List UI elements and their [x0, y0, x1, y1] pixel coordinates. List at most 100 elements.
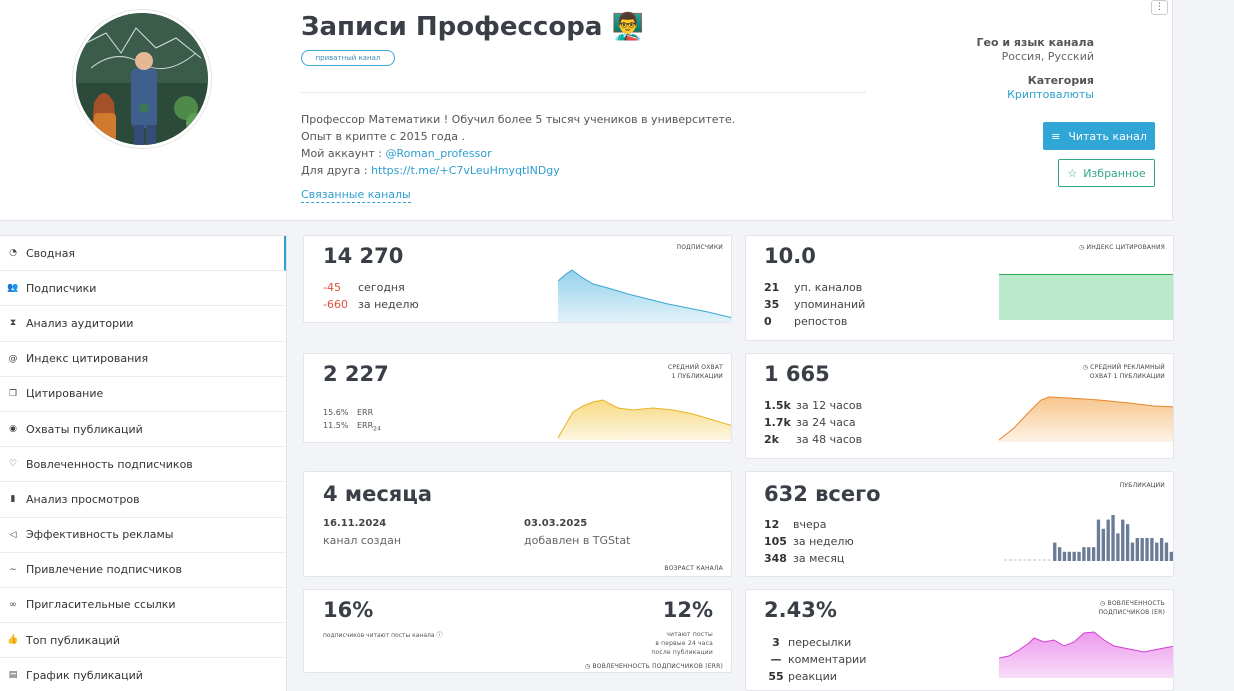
publication-bar — [1159, 538, 1164, 561]
err-label: ERR — [357, 408, 374, 417]
engagement-er-tag-line2: подписчиков (ER) — [1098, 609, 1165, 616]
ad-reach-card[interactable]: 1 665 ◷ средний рекламный охват 1 публика… — [745, 353, 1174, 459]
sidebar-item[interactable]: ▤ График публикаций — [0, 658, 286, 691]
subscribers-sparkline — [558, 269, 731, 322]
posts-yesterday-value: 12 — [764, 518, 780, 531]
engagement-right-value: 12% — [662, 598, 713, 622]
err24-value: 11.5% — [323, 421, 349, 430]
subscribers-today-label: сегодня — [358, 281, 405, 294]
sidebar-item[interactable]: ❐ Цитирование — [0, 377, 286, 412]
publication-bar — [1101, 528, 1105, 561]
sidebar-item-label: Пригласительные ссылки — [26, 598, 176, 612]
publication-bar — [1135, 538, 1139, 561]
publication-bar — [1053, 542, 1057, 561]
engagement-left-label: подписчиков читают посты канала ⓘ — [323, 630, 443, 639]
sidebar-item[interactable]: ∞ Пригласительные ссылки — [0, 588, 286, 624]
engagement-left-label-text: подписчиков читают посты канала — [323, 632, 435, 639]
read-channel-button[interactable]: ≡ Читать канал — [1043, 122, 1155, 150]
sidebar-item[interactable]: ◉ Охваты публикаций — [0, 412, 286, 448]
subscribers-card[interactable]: 14 270 подписчики -45 сегодня -660 за неде… — [303, 235, 732, 323]
sidebar-item[interactable]: 👥 Подписчики — [0, 271, 286, 307]
citation-tag-text: индекс цитирования — [1086, 244, 1165, 251]
ad-reach-sparkline — [999, 396, 1173, 442]
average-reach-card[interactable]: 2 227 средний охват 1 публикации 15.6% ERR… — [303, 353, 732, 443]
publication-bar — [1150, 538, 1154, 561]
publication-bar — [1121, 519, 1125, 561]
posts-month-value: 348 — [764, 552, 787, 565]
sidebar-item-label: Подписчики — [26, 281, 97, 295]
sidebar-item-label: Вовлеченность подписчиков — [26, 457, 193, 471]
engagement-er-card[interactable]: 2.43% ◷ вовлеченность подписчиков (ER) 3п… — [745, 589, 1174, 691]
sidebar-item-label: Сводная — [26, 246, 76, 260]
engagement-er-tag-line1: ◷ вовлеченность — [1099, 600, 1165, 607]
ad-reach-48h-value: 2k — [764, 433, 779, 446]
sidebar-item[interactable]: ◔ Сводная — [0, 236, 286, 272]
ad-reach-tag: ◷ средний рекламный охват 1 публикации — [1083, 363, 1165, 381]
favorite-button[interactable]: ☆ Избранное — [1058, 159, 1155, 187]
sidebar-item[interactable]: 👍 Топ публикаций — [0, 623, 286, 659]
posts-week-label: за неделю — [793, 535, 854, 548]
publication-bar — [1077, 551, 1081, 561]
channel-age-card[interactable]: 4 месяца 16.11.2024 канал создан 03.03.2… — [303, 471, 732, 577]
average-reach-sparkline — [558, 399, 731, 440]
quote-icon: ❐ — [8, 388, 18, 399]
publications-bar-chart — [1004, 515, 1173, 561]
posts-week-value: 105 — [764, 535, 787, 548]
added-date: 03.03.2025 — [524, 518, 588, 529]
err24-label: ERR — [357, 421, 374, 430]
subscribers-week-label: за неделю — [358, 298, 419, 311]
sidebar-item-label: Цитирование — [26, 387, 104, 401]
forwards-value: 3 — [772, 636, 780, 649]
publications-card[interactable]: 632 всего публикации 12 вчера 105 за недел… — [745, 471, 1174, 577]
sidebar-item-label: Эффективность рекламы — [26, 528, 174, 542]
publication-bar — [1082, 547, 1086, 561]
related-channels-link[interactable]: Связанные каналы — [301, 188, 411, 203]
sidebar-item[interactable]: ◁ Эффективность рекламы — [0, 518, 286, 553]
avatar-image — [76, 13, 208, 145]
category-link[interactable]: Криптовалюты — [1007, 88, 1094, 101]
friend-label: Для друга : — [301, 164, 372, 177]
err-value: 15.6% — [323, 408, 349, 417]
account-label: Мой аккаунт : — [301, 147, 386, 160]
friend-invite-link[interactable]: https://t.me/+C7vLeuHmyqtINDgy — [371, 164, 560, 177]
engagement-err-tag: ◷ вовлеченность подписчиков (ERR) — [584, 663, 723, 670]
average-reach-tag: средний охват 1 публикации — [668, 363, 723, 381]
publications-total-text: 632 всего — [764, 482, 881, 506]
thumbs-up-icon: 👍 — [7, 635, 19, 646]
publication-bar — [1116, 533, 1120, 561]
geo-language-label: Гео и язык канала — [976, 36, 1094, 49]
publication-bar — [1164, 542, 1169, 561]
description-line-2: Опыт в крипте с 2015 года . — [301, 130, 465, 143]
geo-language-value: Россия, Русский — [1001, 50, 1094, 63]
menu-lines-icon: ≡ — [1051, 129, 1061, 143]
subscribers-today-value: -45 — [323, 281, 341, 294]
sidebar-item[interactable]: ▮ Анализ просмотров — [0, 482, 286, 518]
publication-bar — [1169, 551, 1173, 561]
dashboard-icon: ◔ — [9, 248, 17, 259]
sidebar-item[interactable]: ∼ Привлечение подписчиков — [0, 553, 286, 588]
more-menu-icon[interactable]: ⋮ — [1151, 0, 1168, 15]
link-icon: ∞ — [9, 599, 17, 610]
sidebar-item[interactable]: ♡ Вовлеченность подписчиков — [0, 447, 286, 483]
channel-header: Записи Профессора 👨‍🏫 приватный канал Пр… — [0, 0, 1173, 221]
channel-title: Записи Профессора 👨‍🏫 — [301, 12, 644, 42]
engagement-err-card[interactable]: 16% подписчиков читают посты канала ⓘ 12… — [303, 589, 732, 673]
sidebar-item[interactable]: @ Индекс цитирования — [0, 342, 286, 377]
publications-tag: публикации — [1119, 482, 1165, 489]
citation-index-card[interactable]: 10.0 ◷ индекс цитирования 21 уп. каналов … — [745, 235, 1174, 341]
channel-description: Профессор Математики ! Обучил более 5 ты… — [301, 111, 735, 179]
ad-reach-tag-text1: средний рекламный — [1090, 364, 1165, 371]
engagement-er-tag-text1: вовлеченность — [1107, 600, 1165, 607]
ad-reach-12h-label: за 12 часов — [796, 399, 863, 412]
info-icon[interactable]: ⓘ — [436, 632, 442, 639]
hourglass-icon: ⧗ — [9, 318, 17, 329]
citation-tag: ◷ индекс цитирования — [1078, 244, 1165, 251]
eye-icon: ◉ — [9, 424, 17, 435]
private-channel-badge: приватный канал — [301, 50, 395, 66]
account-link[interactable]: @Roman_professor — [385, 147, 491, 160]
sidebar-item-label: Привлечение подписчиков — [26, 563, 182, 577]
sidebar-item[interactable]: ⧗ Анализ аудитории — [0, 306, 286, 342]
engagement-er-sparkline — [999, 631, 1173, 678]
engagement-err-tag-text: вовлеченность подписчиков (ERR) — [592, 663, 723, 670]
channel-age-value: 4 месяца — [323, 482, 432, 506]
